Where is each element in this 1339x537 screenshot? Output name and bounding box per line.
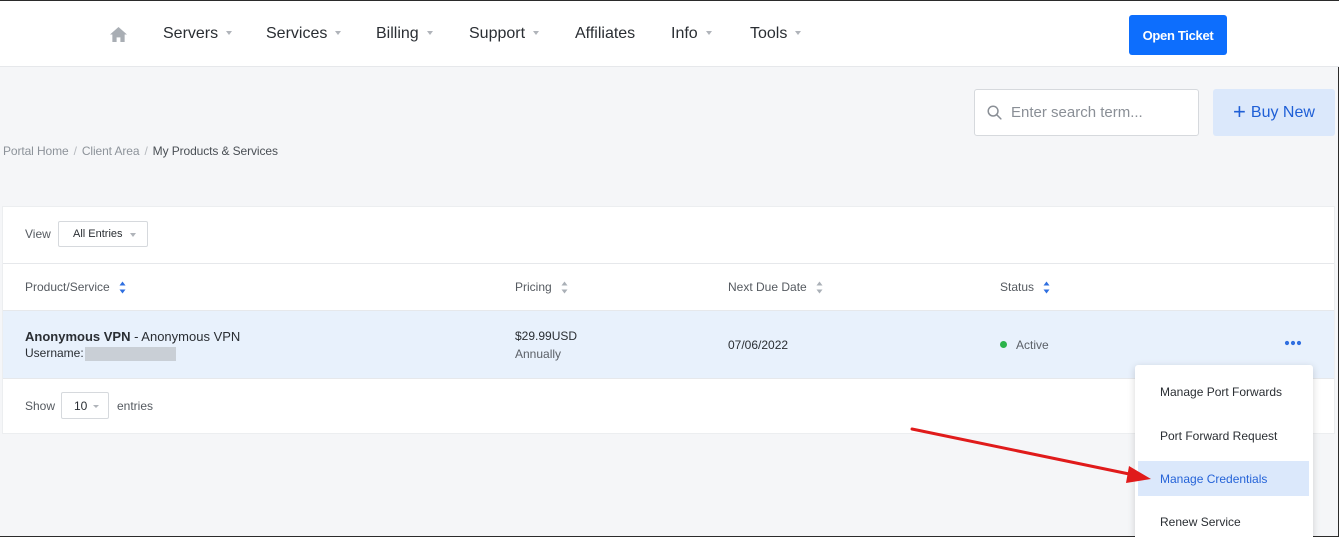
top-navigation: Servers Services Billing Support Affilia… <box>0 1 1339 67</box>
nav-item-label: Servers <box>163 25 219 42</box>
nav-item-info[interactable]: Info <box>671 25 712 43</box>
caret-down-icon <box>335 31 342 35</box>
menu-item-manage-port-forwards[interactable]: Manage Port Forwards <box>1138 374 1309 409</box>
nav-item-label: Services <box>266 25 328 42</box>
entries-per-page-select[interactable]: 10 <box>61 392 109 419</box>
column-header-label: Next Due Date <box>728 280 807 294</box>
product-cell: Anonymous VPN - Anonymous VPN Username: <box>25 329 240 361</box>
nav-item-label: Affiliates <box>575 25 636 42</box>
product-title: Anonymous VPN <box>25 329 131 344</box>
row-actions-menu: Manage Port Forwards Port Forward Reques… <box>1135 365 1313 537</box>
nav-item-label: Info <box>671 25 698 42</box>
column-header-status[interactable]: Status <box>1000 280 1050 294</box>
view-filter-select[interactable]: All Entries <box>58 221 148 247</box>
breadcrumb-portal-home[interactable]: Portal Home <box>3 144 69 158</box>
breadcrumb-separator: / <box>144 144 148 158</box>
search-icon <box>987 105 1002 120</box>
caret-down-icon <box>130 233 136 237</box>
show-label: Show <box>25 399 56 413</box>
breadcrumb-current: My Products & Services <box>152 144 278 158</box>
sort-icon <box>119 281 126 293</box>
status-badge: Active <box>1016 338 1049 352</box>
search-input[interactable] <box>1011 90 1196 135</box>
column-header-label: Product/Service <box>25 280 110 294</box>
price: $29.99USD <box>515 329 578 343</box>
caret-down-icon <box>226 31 233 35</box>
nav-item-servers[interactable]: Servers <box>163 25 233 43</box>
nav-item-tools[interactable]: Tools <box>750 25 802 43</box>
breadcrumb: Portal Home / Client Area / My Products … <box>3 144 278 158</box>
username-redacted <box>84 346 176 361</box>
column-header-next-due-date[interactable]: Next Due Date <box>728 280 823 294</box>
sort-icon <box>1043 281 1050 293</box>
menu-item-port-forward-request[interactable]: Port Forward Request <box>1138 418 1309 453</box>
username-line: Username: <box>25 346 240 361</box>
open-ticket-button[interactable]: Open Ticket <box>1129 15 1227 55</box>
sort-icon <box>816 281 823 293</box>
view-filter-value: All Entries <box>73 228 123 240</box>
column-header-label: Status <box>1000 280 1035 294</box>
product-group: - Anonymous VPN <box>130 329 241 344</box>
divider <box>3 263 1334 264</box>
sort-icon <box>561 281 568 293</box>
buy-new-button[interactable]: + Buy New <box>1213 89 1335 136</box>
column-header-product[interactable]: Product/Service <box>25 280 126 294</box>
menu-item-manage-credentials[interactable]: Manage Credentials <box>1138 461 1309 496</box>
pricing-cell: $29.99USD Annually <box>515 329 577 361</box>
home-icon[interactable] <box>109 26 128 43</box>
plus-icon: + <box>1233 98 1246 124</box>
view-label: View <box>25 227 51 241</box>
buy-new-label: Buy New <box>1250 103 1315 121</box>
nav-item-affiliates[interactable]: Affiliates <box>575 25 635 43</box>
next-due-date: 07/06/2022 <box>728 338 789 352</box>
nav-item-support[interactable]: Support <box>469 25 540 43</box>
nav-item-label: Support <box>469 25 526 42</box>
breadcrumb-separator: / <box>73 144 77 158</box>
breadcrumb-client-area[interactable]: Client Area <box>82 144 140 158</box>
nav-item-services[interactable]: Services <box>266 25 342 43</box>
nav-item-billing[interactable]: Billing <box>376 25 433 43</box>
entries-label: entries <box>117 399 154 413</box>
entries-per-page-value: 10 <box>74 398 88 413</box>
caret-down-icon <box>93 405 99 408</box>
billing-cycle: Annually <box>515 347 562 361</box>
username-label: Username: <box>25 346 84 360</box>
caret-down-icon <box>795 31 802 35</box>
column-header-label: Pricing <box>515 280 552 294</box>
caret-down-icon <box>533 31 540 35</box>
status-active-dot <box>1000 341 1007 349</box>
product-name: Anonymous VPN - Anonymous VPN <box>25 329 240 344</box>
caret-down-icon <box>705 31 712 35</box>
nav-item-label: Billing <box>376 25 419 42</box>
column-header-pricing[interactable]: Pricing <box>515 280 568 294</box>
search-box <box>974 89 1199 136</box>
more-options-icon[interactable] <box>1284 340 1302 346</box>
menu-item-renew-service[interactable]: Renew Service <box>1138 504 1309 537</box>
status-cell: Active <box>1000 338 1049 352</box>
nav-item-label: Tools <box>750 25 788 42</box>
caret-down-icon <box>426 31 433 35</box>
